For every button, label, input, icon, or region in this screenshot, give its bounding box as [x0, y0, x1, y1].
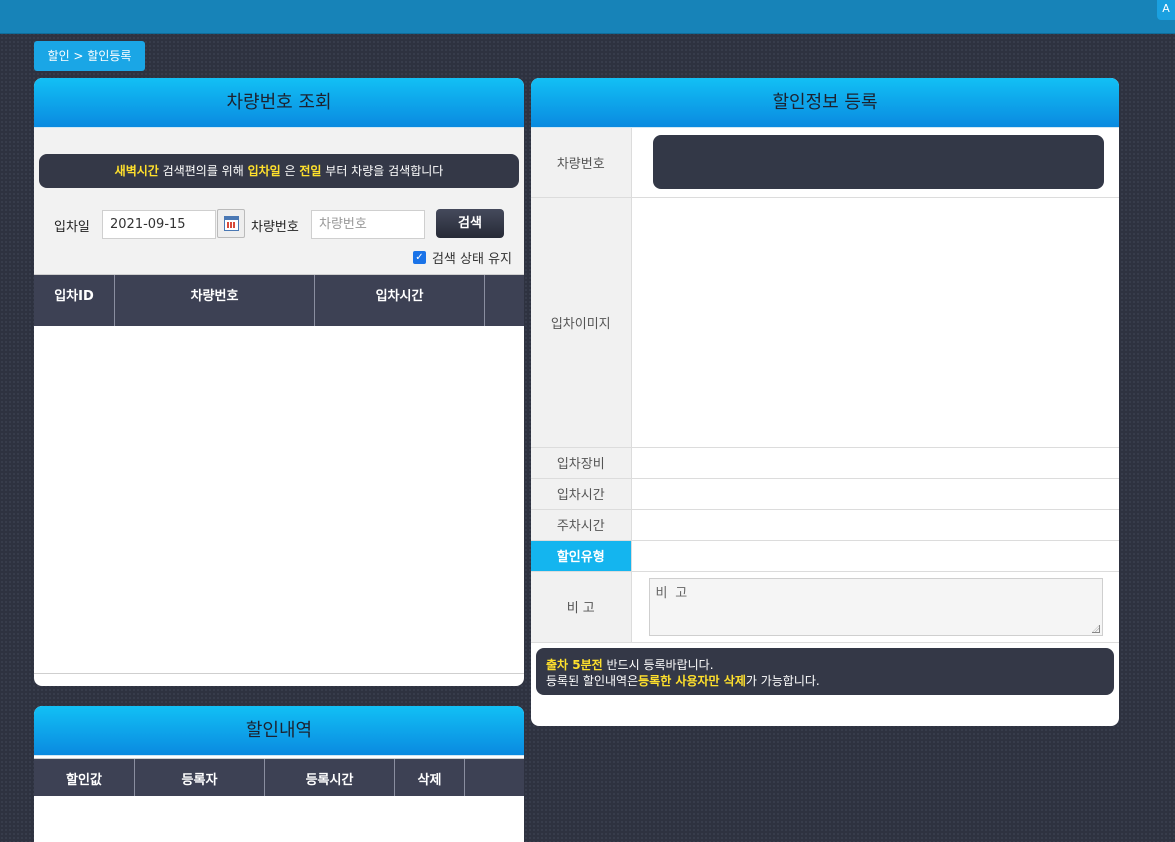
- notice-highlight: 등록한 사용자만 삭제: [638, 674, 746, 688]
- vehicle-table-body: [34, 326, 524, 674]
- scrollbar-header: [465, 759, 524, 796]
- parking-time-value: [631, 509, 1119, 541]
- plate-display: [652, 135, 1104, 190]
- notice-highlight: 출차 5분전: [546, 658, 603, 672]
- history-table-body: [34, 796, 524, 842]
- discount-history-panel: 할인내역 할인값 등록자 등록시간 삭제: [34, 706, 524, 842]
- search-button[interactable]: 검색: [436, 209, 504, 238]
- scrollbar-header: [485, 275, 524, 326]
- column-header[interactable]: 할인값: [34, 759, 135, 796]
- discount-type-label: 할인유형: [531, 540, 632, 572]
- notice-line: 출차 5분전 반드시 등록바랍니다.: [546, 657, 1114, 673]
- keep-state-label: 검색 상태 유지: [431, 252, 512, 267]
- entry-device-label: 입차장비: [531, 447, 632, 479]
- notice-line: 등록된 할인내역은등록한 사용자만 삭제가 가능합니다.: [546, 673, 1114, 689]
- entry-date-label: 입차일: [54, 220, 90, 235]
- plate-input[interactable]: 차량번호: [311, 210, 425, 239]
- register-form: 차량번호 입차이미지 입차장비 입차시간 주차시간 할인유형 비 고 비 고: [531, 128, 1119, 643]
- discount-register-panel: 할인정보 등록 차량번호 입차이미지 입차장비 입차시간 주차시간 할인유형 비…: [531, 78, 1119, 726]
- column-header[interactable]: 삭제: [395, 759, 465, 796]
- panel-title: 차량번호 조회: [34, 78, 524, 128]
- top-bar: A: [0, 0, 1175, 34]
- entry-image: [631, 197, 1119, 448]
- calendar-icon: [224, 216, 239, 231]
- notice-text: 등록된 할인내역은: [546, 674, 639, 688]
- corner-button[interactable]: A: [1157, 0, 1175, 20]
- search-notice: 새벽시간 검색편의를 위해 입차일 은 전일 부터 차량을 검색합니다: [39, 154, 519, 188]
- keep-state-row: ✓ 검색 상태 유지: [412, 248, 512, 267]
- column-header[interactable]: 등록시간: [265, 759, 395, 796]
- history-table-header: 할인값 등록자 등록시간 삭제: [34, 758, 524, 796]
- notice-text: 은: [280, 164, 300, 178]
- panel-title: 할인정보 등록: [531, 78, 1119, 128]
- plate-label: 차량번호: [251, 220, 299, 235]
- remark-label: 비 고: [531, 571, 632, 643]
- notice-highlight: 새벽시간: [114, 164, 159, 178]
- column-header[interactable]: 입차ID: [34, 275, 115, 326]
- entry-image-label: 입차이미지: [531, 197, 632, 448]
- discount-type-value[interactable]: [631, 540, 1119, 572]
- notice-text: 가 가능합니다.: [745, 674, 820, 688]
- entry-date-input[interactable]: 2021-09-15: [102, 210, 216, 239]
- keep-state-checkbox[interactable]: ✓: [412, 251, 426, 264]
- column-header[interactable]: 차량번호: [115, 275, 315, 326]
- register-notice: 출차 5분전 반드시 등록바랍니다. 등록된 할인내역은등록한 사용자만 삭제가…: [536, 648, 1114, 695]
- calendar-button[interactable]: [217, 209, 245, 238]
- panel-title: 할인내역: [34, 706, 524, 756]
- notice-text: 부터 차량을 검색합니다: [321, 164, 444, 178]
- entry-device-value: [631, 447, 1119, 479]
- vehicle-table-header: 입차ID 차량번호 입차시간: [34, 274, 524, 326]
- plate-row-label: 차량번호: [531, 128, 632, 198]
- parking-time-label: 주차시간: [531, 509, 632, 541]
- entry-time-value: [631, 478, 1119, 510]
- remark-textarea[interactable]: 비 고: [648, 577, 1103, 636]
- notice-text: 검색편의를 위해: [158, 164, 248, 178]
- entry-time-label: 입차시간: [531, 478, 632, 510]
- column-header[interactable]: 등록자: [135, 759, 265, 796]
- vehicle-search-panel: 차량번호 조회 새벽시간 검색편의를 위해 입차일 은 전일 부터 차량을 검색…: [34, 78, 524, 686]
- notice-text: 반드시 등록바랍니다.: [602, 658, 714, 672]
- column-header[interactable]: 입차시간: [315, 275, 485, 326]
- notice-highlight: 전일: [299, 164, 322, 178]
- breadcrumb: 할인 > 할인등록: [34, 41, 145, 71]
- notice-highlight: 입차일: [247, 164, 281, 178]
- search-area: 새벽시간 검색편의를 위해 입차일 은 전일 부터 차량을 검색합니다 입차일 …: [34, 128, 524, 274]
